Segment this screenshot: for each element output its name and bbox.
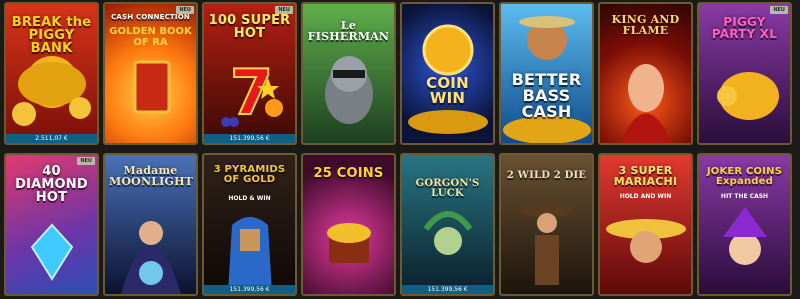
game-tile-king-and-flame[interactable]: KING AND FLAME <box>598 2 693 145</box>
game-subtitle: HIT THE CASH <box>720 193 769 200</box>
game-title: Madame MOONLIGHT <box>109 164 194 188</box>
game-title: 3 PYRAMIDS OF GOLD <box>213 164 286 185</box>
game-title: JOKER COINS Expanded <box>706 166 783 187</box>
game-title: Le FISHERMAN <box>307 19 390 43</box>
game-title: GORGON'S LUCK <box>415 178 480 199</box>
game-title: COIN WIN <box>426 74 469 107</box>
game-title: BETTER BASS CASH <box>511 70 582 121</box>
new-badge: NEU <box>275 6 293 14</box>
book-art <box>133 60 171 114</box>
game-tile-2-wild-2-die[interactable]: 2 WILD 2 DIE <box>499 153 594 296</box>
game-title: PIGGY PARTY XL <box>711 15 778 41</box>
game-subtitle: HOLD AND WIN <box>619 193 672 200</box>
game-tile-3-super-mariachi[interactable]: 3 SUPER MARIACHI HOLD AND WIN <box>598 153 693 296</box>
game-title: 3 SUPER MARIACHI <box>613 164 678 188</box>
game-title: CASH CONNECTION <box>111 13 190 21</box>
game-title: 100 SUPER HOT <box>208 13 291 41</box>
game-title: 2 WILD 2 DIE <box>506 170 587 181</box>
game-grid: BREAK the PIGGY BANK 2.511,07 € CASH CON… <box>4 2 792 296</box>
jackpot-amount: 2.511,07 € <box>6 134 97 143</box>
new-badge: NEU <box>770 6 788 14</box>
game-subtitle: HOLD & WIN <box>228 195 271 202</box>
game-tile-3-pyramids-of-gold[interactable]: 3 PYRAMIDS OF GOLD HOLD & WIN 151.399,56… <box>202 153 297 296</box>
gorgon-art <box>423 211 473 255</box>
game-title: 25 COINS <box>313 166 384 181</box>
game-title: BREAK the PIGGY BANK <box>11 15 92 56</box>
game-tile-break-the-piggy-bank[interactable]: BREAK the PIGGY BANK 2.511,07 € <box>4 2 99 145</box>
jackpot-amount: 151.399,56 € <box>204 134 295 143</box>
game-tile-better-bass-cash[interactable]: BETTER BASS CASH <box>499 2 594 145</box>
game-tile-gorgons-luck[interactable]: GORGON'S LUCK 151.399,56 € <box>400 153 495 296</box>
game-tile-piggy-party-xl[interactable]: PIGGY PARTY XL NEU <box>697 2 792 145</box>
game-tile-100-super-hot[interactable]: 7 100 SUPER HOT 151.399,56 € NEU <box>202 2 297 145</box>
game-subtitle: GOLDEN BOOK OF RA <box>109 26 192 48</box>
game-title: 40 DIAMOND HOT <box>15 164 88 205</box>
game-title: KING AND FLAME <box>611 13 680 37</box>
new-badge: NEU <box>176 6 194 14</box>
jackpot-amount: 151.399,56 € <box>204 285 295 294</box>
new-badge: NEU <box>77 157 95 165</box>
game-tile-le-fisherman[interactable]: Le FISHERMAN <box>301 2 396 145</box>
game-tile-joker-coins-expanded[interactable]: JOKER COINS Expanded HIT THE CASH <box>697 153 792 296</box>
game-tile-golden-book-of-ra[interactable]: CASH CONNECTION GOLDEN BOOK OF RA NEU <box>103 2 198 145</box>
game-tile-25-coins[interactable]: 25 COINS <box>301 153 396 296</box>
game-tile-coin-win[interactable]: COIN WIN <box>400 2 495 145</box>
jackpot-amount: 151.399,56 € <box>402 285 493 294</box>
game-tile-40-diamond-hot[interactable]: 40 DIAMOND HOT NEU <box>4 153 99 296</box>
game-tile-madame-moonlight[interactable]: Madame MOONLIGHT <box>103 153 198 296</box>
